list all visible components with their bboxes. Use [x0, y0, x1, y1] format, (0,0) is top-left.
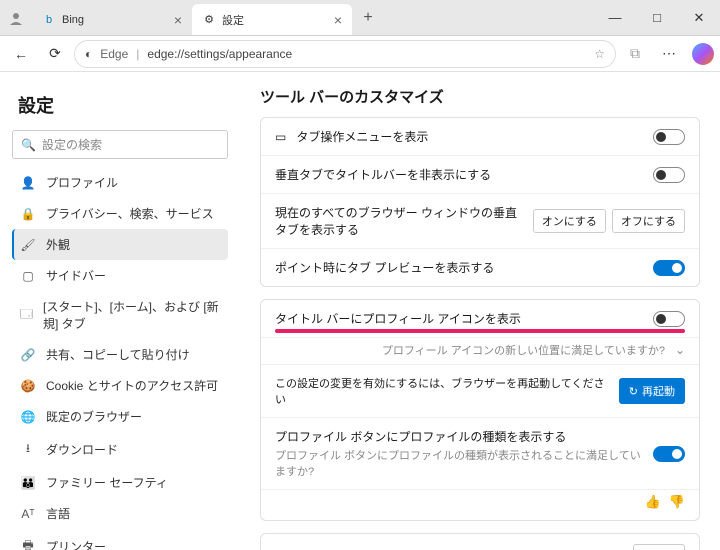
gear-icon: ⚙: [202, 13, 216, 27]
sidebar-item-0[interactable]: 👤 プロファイル: [12, 167, 228, 198]
refresh-button[interactable]: ⟳: [40, 39, 70, 69]
thumbs-down-icon[interactable]: 👎: [669, 494, 685, 510]
sidebar-item-8[interactable]: ⭳ ダウンロード: [12, 432, 228, 467]
nav-icon: 👤: [20, 176, 36, 190]
copilot-icon[interactable]: [692, 43, 714, 65]
sidebar-item-10[interactable]: Aᵀ 言語: [12, 498, 228, 529]
bing-icon: b: [42, 13, 56, 27]
tab-label: Bing: [62, 14, 84, 26]
pill-button[interactable]: オフにする: [612, 209, 685, 233]
settings-title: 設定: [18, 92, 222, 118]
nav-icon: 🍪: [20, 379, 36, 393]
toggle-profile-icon[interactable]: [653, 311, 685, 327]
setting-row: ▭タブ操作メニューを表示: [261, 118, 699, 156]
sidebar-item-5[interactable]: 🔗 共有、コピーして貼り付け: [12, 339, 228, 370]
chevron-down-icon[interactable]: ⌄: [675, 343, 685, 357]
setting-row: 現在のすべてのブラウザー ウィンドウの垂直タブを表示するオンにするオフにする: [261, 194, 699, 249]
nav-icon: 🔗: [20, 348, 36, 362]
close-button[interactable]: ✕: [678, 0, 720, 35]
new-tab-button[interactable]: +: [352, 0, 384, 35]
nav-icon: 🖶: [20, 536, 36, 550]
toggle[interactable]: [653, 260, 685, 276]
nav-icon: Aᵀ: [20, 507, 36, 521]
toggle[interactable]: [653, 167, 685, 183]
pill-button[interactable]: オンにする: [533, 209, 606, 233]
favorite-icon[interactable]: ☆: [594, 47, 605, 61]
sidebar-item-1[interactable]: 🔒 プライバシー、検索、サービス: [12, 198, 228, 229]
address-bar[interactable]: ◐ Edge | edge://settings/appearance ☆: [74, 40, 616, 68]
sidebar-item-2[interactable]: 🖌 外観: [12, 229, 228, 260]
nav-icon: ⭳: [20, 439, 36, 460]
toggle-profile-type[interactable]: [653, 446, 685, 462]
settings-search[interactable]: 🔍 設定の検索: [12, 130, 228, 159]
edge-icon: ◐: [85, 47, 92, 61]
setting-row: ポイント時にタブ プレビューを表示する: [261, 249, 699, 286]
nav-label: 既定のブラウザー: [46, 408, 142, 425]
collections-icon[interactable]: ⧉: [620, 39, 650, 69]
nav-icon: 🖌: [20, 238, 36, 252]
thumbs-up-icon[interactable]: 👍: [645, 494, 661, 510]
nav-label: 共有、コピーして貼り付け: [46, 346, 190, 363]
nav-label: サイドバー: [46, 267, 106, 284]
back-button[interactable]: ←: [6, 39, 36, 69]
tab-bing[interactable]: b Bing ×: [32, 4, 192, 35]
nav-label: プリンター: [46, 538, 106, 550]
nav-label: 外観: [46, 236, 70, 253]
nav-icon: 🔒: [20, 207, 36, 221]
nav-label: [スタート]、[ホーム]、および [新規] タブ: [43, 298, 220, 332]
profile-icon[interactable]: [0, 0, 32, 35]
sidebar-item-6[interactable]: 🍪 Cookie とサイトのアクセス許可: [12, 370, 228, 401]
nav-label: ファミリー セーフティ: [46, 474, 168, 491]
address-url: edge://settings/appearance: [147, 47, 292, 61]
toggle[interactable]: [653, 129, 685, 145]
tab-label: 設定: [222, 12, 244, 28]
nav-icon: 👪: [20, 476, 36, 490]
favorites-bar-select[interactable]: なし: [633, 544, 685, 550]
minimize-button[interactable]: —: [594, 0, 636, 35]
close-icon[interactable]: ×: [334, 12, 342, 28]
nav-label: ダウンロード: [46, 441, 118, 458]
sidebar-item-11[interactable]: 🖶 プリンター: [12, 529, 228, 550]
restart-button[interactable]: ↻再起動: [619, 378, 685, 404]
nav-icon: ▢: [20, 269, 36, 283]
search-placeholder: 設定の検索: [42, 136, 102, 153]
menu-button[interactable]: ⋯: [654, 39, 684, 69]
nav-label: プロファイル: [46, 174, 118, 191]
nav-label: 言語: [46, 505, 70, 522]
nav-icon: 🌐: [20, 410, 36, 424]
maximize-button[interactable]: □: [636, 0, 678, 35]
sidebar-item-3[interactable]: ▢ サイドバー: [12, 260, 228, 291]
nav-label: Cookie とサイトのアクセス許可: [46, 377, 218, 394]
profile-icon-titlebar-row: タイトル バーにプロフィール アイコンを表示: [261, 300, 699, 338]
setting-row: 垂直タブでタイトルバーを非表示にする: [261, 156, 699, 194]
nav-label: プライバシー、検索、サービス: [46, 205, 214, 222]
close-icon[interactable]: ×: [174, 12, 182, 28]
sidebar-item-4[interactable]: 🗔 [スタート]、[ホーム]、および [新規] タブ: [12, 291, 228, 339]
search-icon: 🔍: [21, 138, 36, 152]
section-heading: ツール バーのカスタマイズ: [260, 86, 700, 107]
tab-settings[interactable]: ⚙ 設定 ×: [192, 4, 352, 35]
row-icon: ▭: [275, 130, 286, 144]
sidebar-item-7[interactable]: 🌐 既定のブラウザー: [12, 401, 228, 432]
refresh-icon: ↻: [629, 385, 638, 398]
address-app: Edge: [100, 47, 128, 61]
nav-icon: 🗔: [20, 305, 33, 326]
sidebar-item-9[interactable]: 👪 ファミリー セーフティ: [12, 467, 228, 498]
